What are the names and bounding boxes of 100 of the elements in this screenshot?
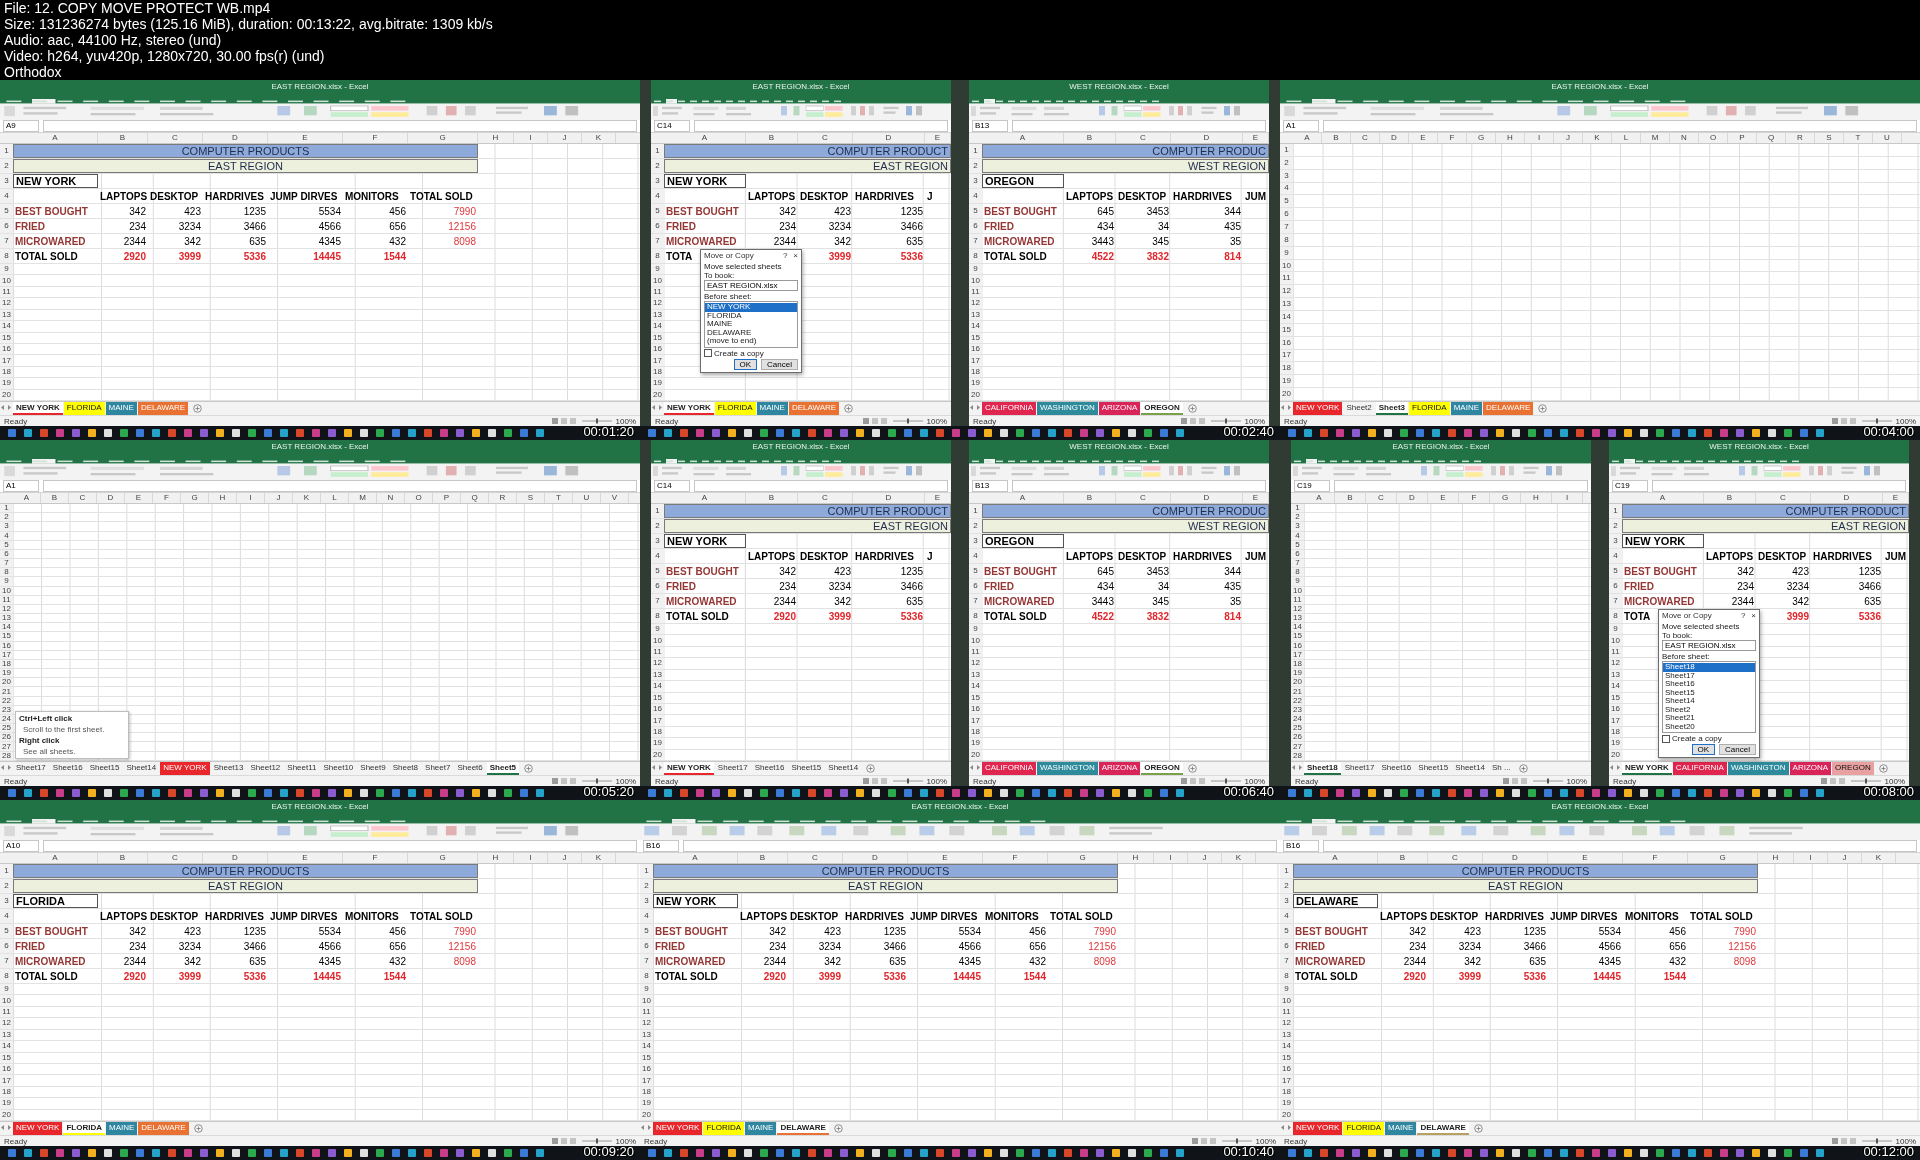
book-select[interactable]: EAST REGION.xlsx	[1662, 640, 1756, 651]
sheet-tab[interactable]: FLORIDA	[1343, 1122, 1385, 1135]
sheet-nav-icon[interactable]	[0, 1122, 12, 1133]
sheet-tab[interactable]: FLORIDA	[63, 1122, 105, 1135]
ok-button[interactable]: OK	[1691, 744, 1716, 755]
sheet-tab[interactable]: NEW YORK	[160, 762, 210, 775]
formula-field[interactable]	[1652, 480, 1906, 492]
formula-field[interactable]	[1323, 120, 1917, 132]
add-sheet-icon[interactable]	[866, 764, 876, 773]
sheet-nav-icon[interactable]	[1280, 1122, 1292, 1133]
sheet-tab[interactable]: NEW YORK	[653, 1122, 703, 1135]
add-sheet-icon[interactable]	[193, 1124, 203, 1133]
sheet-tab[interactable]: OREGON	[1141, 402, 1183, 415]
sheet-tab[interactable]: ARIZONA	[1098, 762, 1141, 775]
cancel-button[interactable]: Cancel	[1719, 744, 1756, 755]
sheet-tab[interactable]: FLORIDA	[1409, 402, 1450, 415]
sheet-tab[interactable]: MAINE	[1450, 402, 1483, 415]
sheet-tab[interactable]: CALIFORNIA	[1672, 762, 1727, 775]
sheet-tab[interactable]: CALIFORNIA	[982, 402, 1036, 415]
sheet-tab[interactable]: NEW YORK	[13, 1122, 63, 1135]
close-button[interactable]: ×	[1751, 611, 1756, 621]
sheet-tab[interactable]: WASHINGTON	[1037, 402, 1098, 415]
close-button[interactable]: ×	[793, 251, 798, 261]
name-box[interactable]: C14	[654, 480, 690, 492]
sheet-tab[interactable]: NEW YORK	[664, 402, 714, 415]
sheet-tab[interactable]: CALIFORNIA	[982, 762, 1036, 775]
sheet-tab[interactable]: FLORIDA	[714, 402, 756, 415]
sheet-nav-icon[interactable]	[1609, 762, 1621, 773]
sheet-tab[interactable]: Sheet3	[1375, 402, 1408, 415]
sheet-tab[interactable]: MAINE	[106, 1122, 138, 1135]
formula-field[interactable]	[1012, 120, 1266, 132]
add-sheet-icon[interactable]	[1518, 764, 1528, 773]
sheet-list-item[interactable]: (move to end)	[705, 337, 797, 346]
sheet-list-item[interactable]: Sheet14	[1663, 697, 1755, 706]
name-box[interactable]: C19	[1294, 480, 1330, 492]
sheet-nav-icon[interactable]	[0, 762, 12, 773]
add-sheet-icon[interactable]	[524, 764, 533, 773]
sheet-tab[interactable]: NEW YORK	[1622, 762, 1672, 775]
sheet-tab[interactable]: MAINE	[105, 402, 137, 415]
sheet-nav-icon[interactable]	[651, 402, 663, 413]
sheet-nav-icon[interactable]	[1280, 402, 1292, 413]
add-sheet-icon[interactable]	[1187, 764, 1197, 773]
sheet-tab[interactable]: OREGON	[1832, 762, 1874, 775]
name-box[interactable]: B13	[972, 480, 1008, 492]
sheet-tab[interactable]: ARIZONA	[1789, 762, 1832, 775]
name-box[interactable]: C19	[1612, 480, 1648, 492]
sheet-list-item[interactable]: Sheet20	[1663, 722, 1755, 731]
sheet-list-item[interactable]: Sheet21	[1663, 714, 1755, 723]
add-sheet-icon[interactable]	[844, 404, 854, 413]
copy-checkbox[interactable]	[1662, 734, 1670, 743]
name-box[interactable]: B13	[972, 120, 1008, 132]
sheet-list-item[interactable]: DELAWARE	[705, 328, 797, 337]
sheet-tab[interactable]: FLORIDA	[703, 1122, 745, 1135]
sheet-tab[interactable]: WASHINGTON	[1037, 762, 1098, 775]
name-box[interactable]: B16	[643, 840, 679, 852]
formula-field[interactable]	[1323, 840, 1917, 852]
sheet-list-item[interactable]: Sheet16	[1663, 680, 1755, 689]
formula-field[interactable]	[1334, 480, 1588, 492]
sheet-tab[interactable]: NEW YORK	[1293, 1122, 1343, 1135]
formula-field[interactable]	[43, 120, 637, 132]
formula-field[interactable]	[694, 480, 948, 492]
name-box[interactable]: C14	[654, 120, 690, 132]
sheet-list-item[interactable]: MAINE	[705, 320, 797, 329]
sheet-nav-icon[interactable]	[0, 402, 12, 413]
sheet-tab[interactable]: Sheet5	[486, 762, 519, 775]
sheet-nav-icon[interactable]	[651, 762, 663, 773]
help-button[interactable]: ?	[1740, 611, 1746, 621]
sheet-tab[interactable]: DELAWARE	[1417, 1122, 1469, 1135]
sheet-nav-icon[interactable]	[969, 762, 981, 773]
add-sheet-icon[interactable]	[833, 1124, 843, 1133]
sheet-list-item[interactable]: Sheet18	[1663, 663, 1755, 672]
formula-field[interactable]	[43, 840, 637, 852]
name-box[interactable]: A1	[1283, 120, 1319, 132]
sheet-tab[interactable]: FLORIDA	[63, 402, 105, 415]
formula-field[interactable]	[43, 480, 637, 492]
sheet-list-item[interactable]: Sheet17	[1663, 671, 1755, 680]
sheet-list-item[interactable]: NEW YORK	[705, 303, 797, 312]
name-box[interactable]: A1	[3, 480, 39, 492]
add-sheet-icon[interactable]	[1187, 404, 1197, 413]
ok-button[interactable]: OK	[733, 358, 758, 370]
sheet-tab[interactable]: MAINE	[1385, 1122, 1417, 1135]
sheet-list-item[interactable]: FLORIDA	[705, 311, 797, 320]
sheet-list-item[interactable]: Sheet15	[1663, 688, 1755, 697]
sheet-nav-icon[interactable]	[640, 1122, 652, 1133]
sheet-tab[interactable]: NEW YORK	[13, 402, 63, 415]
formula-field[interactable]	[683, 840, 1277, 852]
sheet-tab[interactable]: ARIZONA	[1098, 402, 1141, 415]
name-box[interactable]: B16	[1283, 840, 1319, 852]
copy-checkbox[interactable]	[704, 349, 712, 357]
cancel-button[interactable]: Cancel	[761, 358, 798, 370]
sheet-tab[interactable]: NEW YORK	[1293, 402, 1343, 415]
name-box[interactable]: A10	[3, 840, 39, 852]
help-button[interactable]: ?	[782, 251, 788, 261]
add-sheet-icon[interactable]	[1878, 764, 1888, 773]
add-sheet-icon[interactable]	[1538, 404, 1548, 413]
book-select[interactable]: EAST REGION.xlsx	[704, 280, 798, 291]
sheet-nav-icon[interactable]	[969, 402, 981, 413]
sheet-tab[interactable]: WASHINGTON	[1727, 762, 1789, 775]
add-sheet-icon[interactable]	[1473, 1124, 1483, 1133]
formula-field[interactable]	[694, 120, 948, 132]
